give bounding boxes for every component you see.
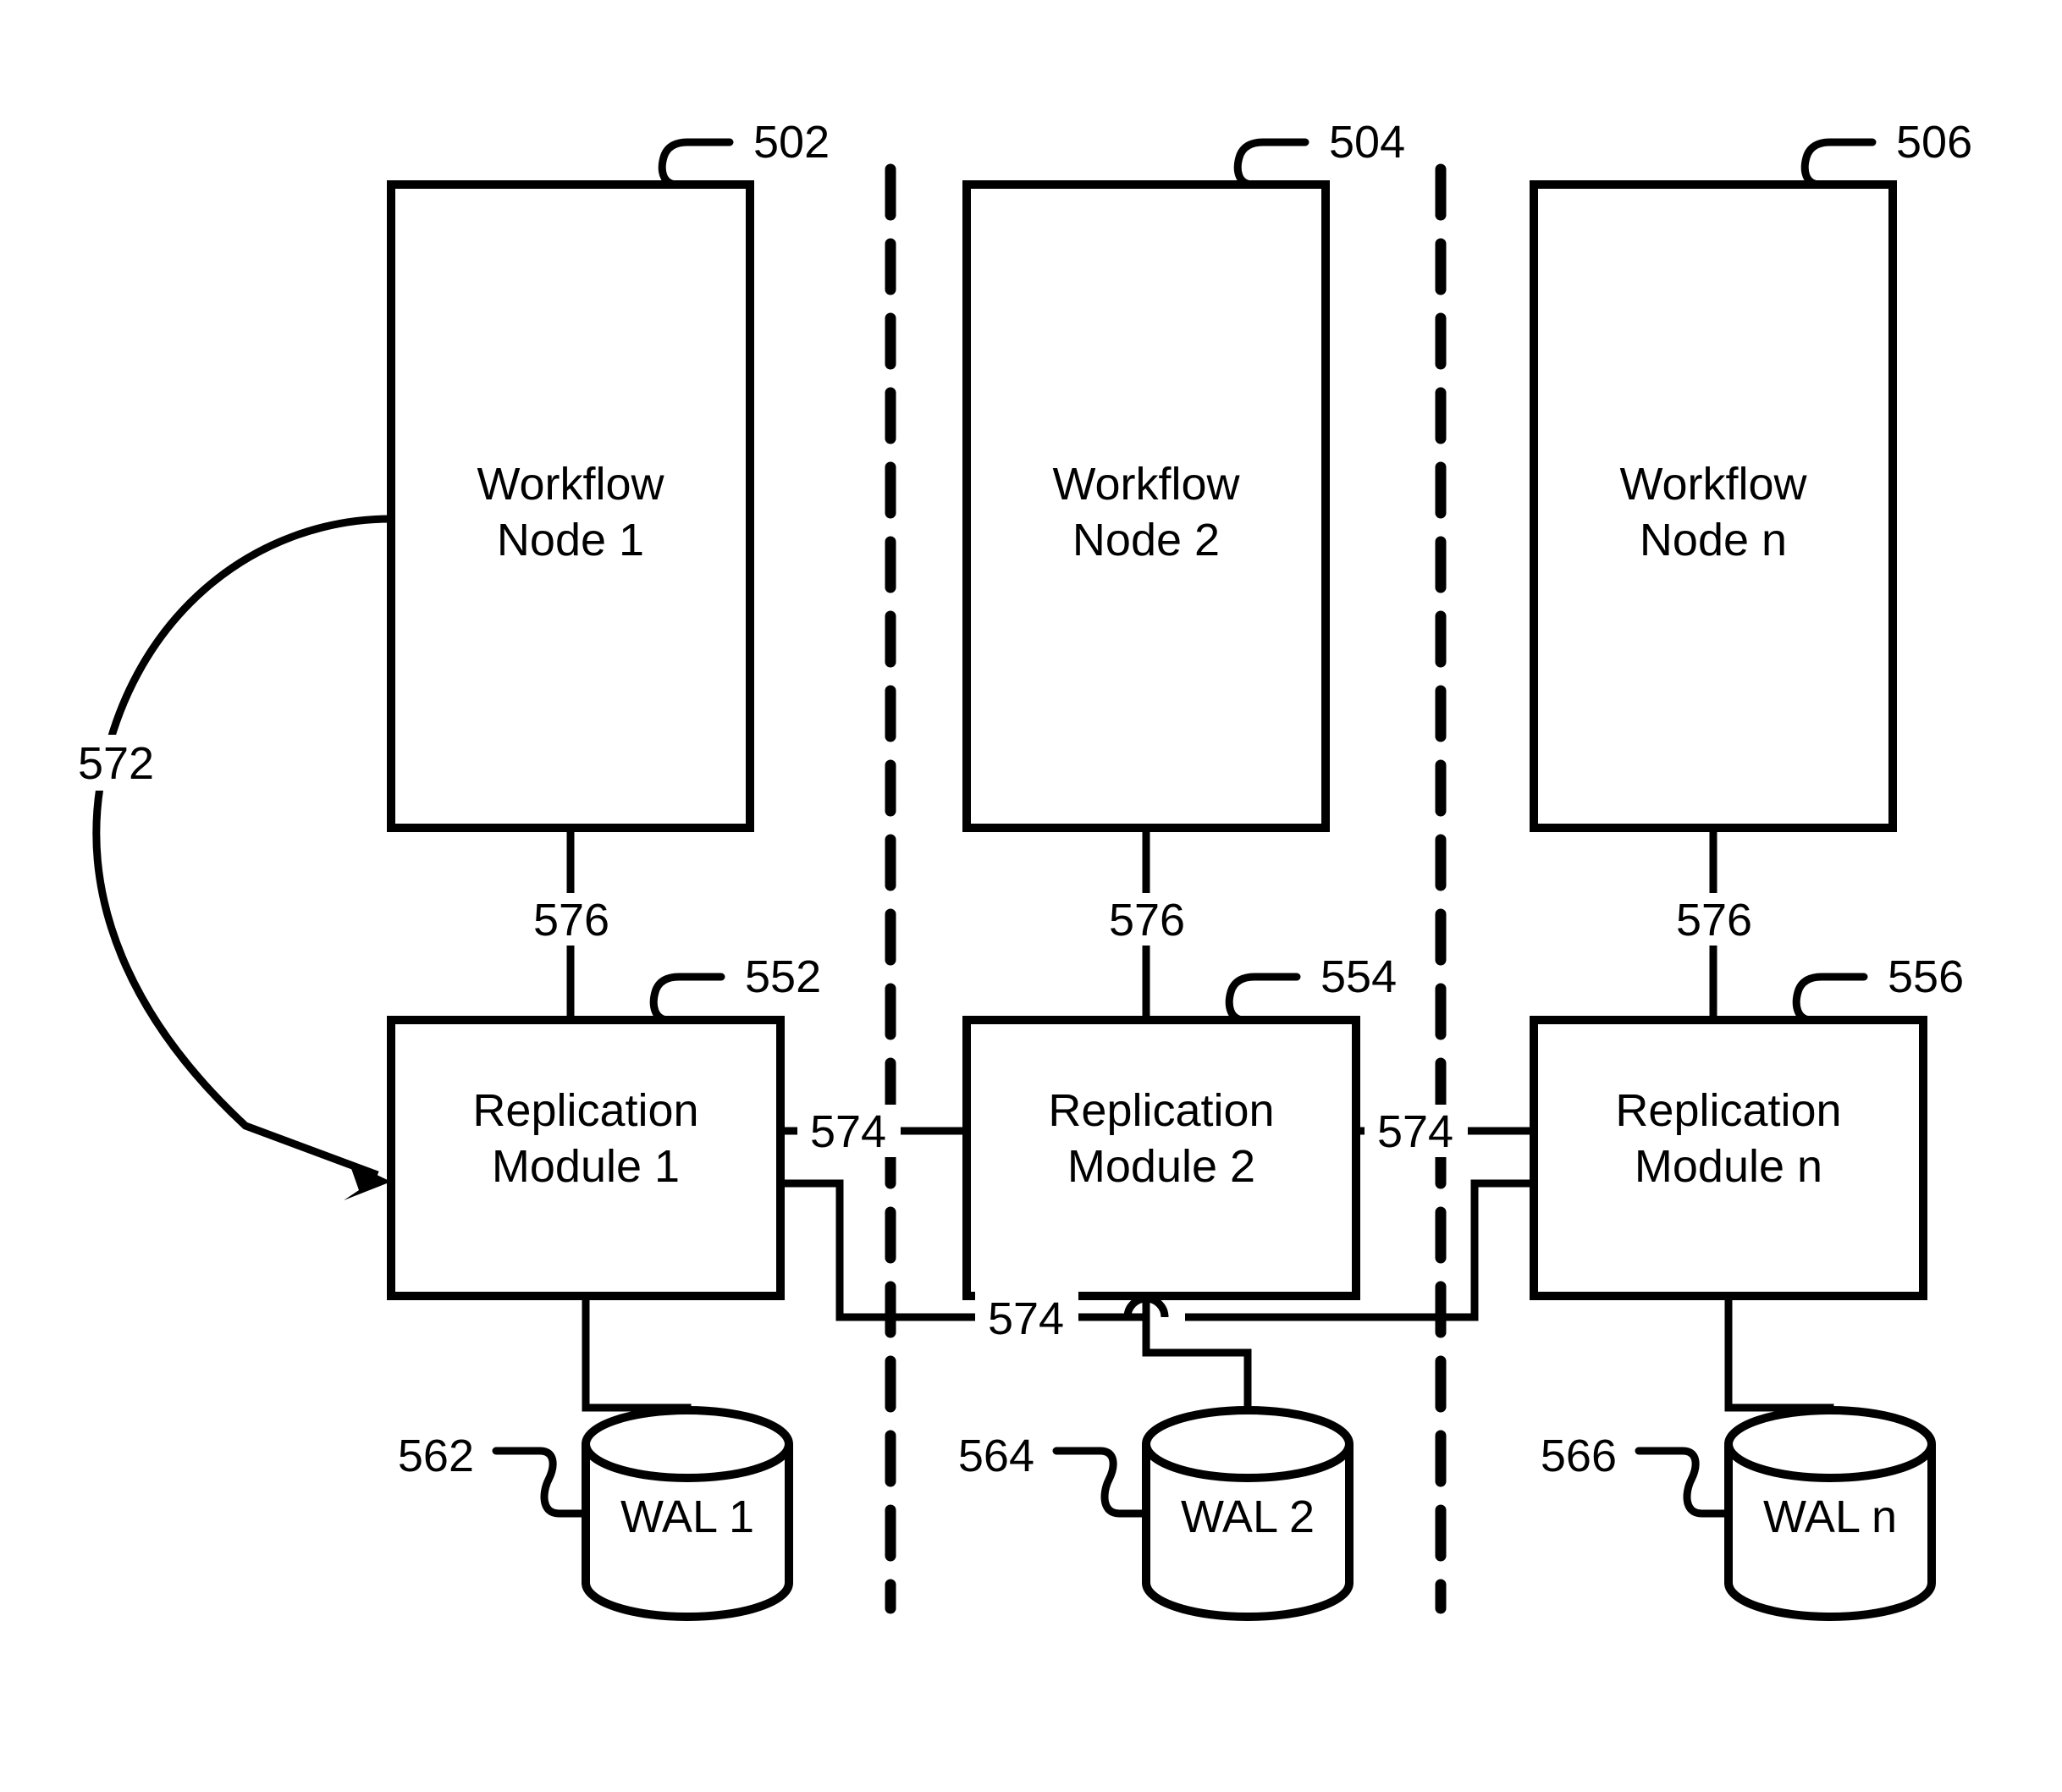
replication-module-1-label-line2: Module 1 [492, 1141, 680, 1192]
ref-502: 502 [753, 117, 830, 168]
wal-n-cylinder-top[interactable] [1724, 1406, 1936, 1482]
replication-module-2-label-line2: Module 2 [1067, 1141, 1255, 1192]
ref-leader-566 [1635, 1447, 1733, 1518]
feedback-arrow-572-curve [92, 515, 392, 1179]
patent-figure: Workflow Node 1 Workflow Node 2 Workflow… [0, 0, 2062, 1792]
ref-552: 552 [745, 951, 821, 1002]
ref-572: 572 [78, 738, 154, 789]
wal-n-label: WAL n [1763, 1491, 1897, 1542]
ref-574-module1-module2-upper: 574 [810, 1106, 886, 1157]
ref-556: 556 [1888, 951, 1964, 1002]
ref-leader-554 [1225, 973, 1301, 1024]
ref-566: 566 [1541, 1431, 1617, 1481]
workflow-node-n-label-line1: Workflow [1619, 459, 1807, 510]
replication-module-n-label-line1: Replication [1615, 1085, 1841, 1136]
wal-2-cylinder-top[interactable] [1142, 1406, 1354, 1482]
ref-574-module2-modulen-upper: 574 [1377, 1106, 1453, 1157]
replication-module-2-label-line1: Replication [1048, 1085, 1274, 1136]
diagram-canvas: Workflow Node 1 Workflow Node 2 Workflow… [61, 117, 1972, 1621]
ref-564: 564 [958, 1431, 1034, 1481]
ref-504: 504 [1329, 117, 1405, 168]
replication-module-1-label-line1: Replication [472, 1085, 698, 1136]
ref-576-col1: 576 [533, 895, 609, 946]
replication-module-n-label-line2: Module n [1635, 1141, 1822, 1192]
workflow-node-n-label-line2: Node n [1640, 515, 1787, 565]
ref-576-coln: 576 [1676, 895, 1752, 946]
ref-leader-506 [1800, 138, 1897, 189]
ref-leader-564 [1052, 1447, 1150, 1518]
workflow-node-1-label-line1: Workflow [477, 459, 664, 510]
ref-562: 562 [398, 1431, 474, 1481]
ref-506: 506 [1896, 117, 1972, 168]
wal-1-label: WAL 1 [620, 1491, 754, 1542]
ref-leader-504 [1233, 138, 1330, 189]
ref-574-lower: 574 [988, 1293, 1064, 1344]
ref-leader-552 [649, 973, 725, 1024]
ref-leader-502 [658, 138, 754, 189]
ref-576-col2: 576 [1109, 895, 1185, 946]
workflow-node-1-label-line2: Node 1 [497, 515, 644, 565]
workflow-node-2-label-line1: Workflow [1052, 459, 1240, 510]
ref-leader-562 [492, 1447, 590, 1518]
workflow-node-2-label-line2: Node 2 [1072, 515, 1220, 565]
wal-2-label: WAL 2 [1181, 1491, 1315, 1542]
wal-1-cylinder-top[interactable] [582, 1406, 793, 1482]
ref-leader-556 [1792, 973, 1868, 1024]
ref-554: 554 [1320, 951, 1397, 1002]
